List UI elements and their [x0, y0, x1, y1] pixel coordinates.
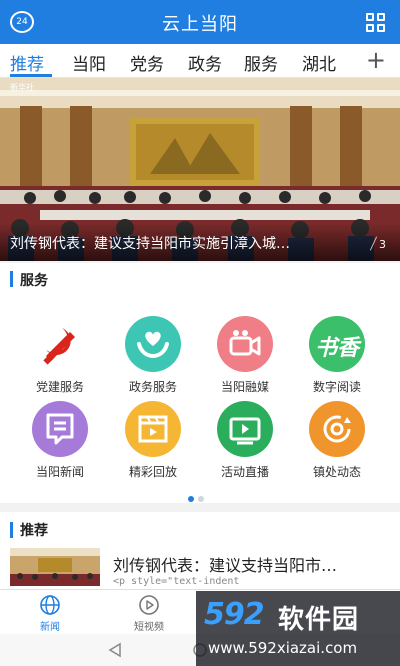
service-dangyang-news[interactable]: 当阳新闻 [15, 401, 105, 480]
clapperboard-icon [125, 401, 181, 457]
service-digital-reading[interactable]: 书香 数字阅读 [292, 316, 382, 395]
photo-source-mark: 新华社 [10, 83, 34, 92]
calligraphy-icon: 书香 [309, 316, 365, 372]
party-emblem-icon [32, 316, 88, 372]
service-label: 政务服务 [128, 380, 177, 394]
tab-recommend[interactable]: 推荐 [10, 50, 44, 75]
service-label: 镇处动态 [312, 465, 361, 479]
service-label: 当阳融媒 [220, 380, 269, 394]
list-item[interactable]: 刘传钢代表：建议支持当阳市… <p style="text-indent [10, 548, 390, 588]
back-icon [108, 642, 121, 658]
refresh-circle-icon [309, 401, 365, 457]
tab-party[interactable]: 党务 [130, 50, 164, 75]
recommend-title: 推荐 [20, 523, 48, 539]
grid-menu-icon[interactable] [366, 13, 386, 33]
service-label: 数字阅读 [312, 380, 361, 394]
dot-active [188, 496, 194, 502]
news-thumbnail [10, 548, 100, 586]
section-accent-bar [10, 271, 13, 287]
banner-caption[interactable]: 刘传钢代表：建议支持当阳市实施引漳入城… [10, 233, 362, 253]
nav-label: 新闻 [40, 622, 60, 633]
tab-service[interactable]: 服务 [244, 50, 278, 75]
play-circle-icon [138, 594, 160, 616]
watermark-logo: 592 [204, 597, 265, 632]
app-header: 24 云上当阳 [0, 0, 400, 44]
news-title[interactable]: 刘传钢代表：建议支持当阳市… [113, 552, 393, 576]
tab-dangyang[interactable]: 当阳 [72, 50, 106, 75]
app-title: 云上当阳 [162, 14, 238, 35]
service-government[interactable]: 政务服务 [108, 316, 198, 395]
service-town-updates[interactable]: 镇处动态 [292, 401, 382, 480]
news-snippet: <p style="text-indent [113, 576, 240, 587]
tab-active-indicator [10, 74, 52, 77]
service-media[interactable]: 当阳融媒 [200, 316, 290, 395]
nav-short-video[interactable]: 短视频 [114, 594, 184, 633]
service-live[interactable]: 活动直播 [200, 401, 290, 480]
globe-icon [39, 594, 61, 616]
dot-inactive [198, 496, 204, 502]
site-watermark: 592 软件园 www.592xiazai.com [196, 591, 400, 666]
add-channel-button[interactable]: + [366, 46, 386, 74]
tab-hubei[interactable]: 湖北 [302, 50, 336, 75]
service-party-building[interactable]: 党建服务 [15, 316, 105, 395]
watermark-url: www.592xiazai.com [208, 639, 358, 657]
section-accent-bar [10, 522, 13, 538]
nav-label: 短视频 [134, 622, 164, 633]
heart-hands-icon [125, 316, 181, 372]
service-label: 当阳新闻 [35, 465, 84, 479]
tab-government[interactable]: 政务 [188, 50, 222, 75]
service-label: 活动直播 [220, 465, 269, 479]
headline-banner[interactable]: 新华社 刘传钢代表：建议支持当阳市实施引漳入城… 3 [0, 78, 400, 261]
news-chat-icon [32, 401, 88, 457]
services-title: 服务 [20, 273, 48, 289]
banner-page-indicator: 3 [379, 238, 386, 251]
carousel-dots [188, 487, 208, 506]
channel-tabs: 推荐 当阳 党务 政务 服务 湖北 + [0, 44, 400, 78]
service-label: 精彩回放 [128, 465, 177, 479]
tv-play-icon [217, 401, 273, 457]
service-label: 党建服务 [35, 380, 84, 394]
nav-news[interactable]: 新闻 [15, 594, 85, 633]
service-replay[interactable]: 精彩回放 [108, 401, 198, 480]
camera-icon [217, 316, 273, 372]
watermark-name: 软件园 [278, 605, 360, 635]
